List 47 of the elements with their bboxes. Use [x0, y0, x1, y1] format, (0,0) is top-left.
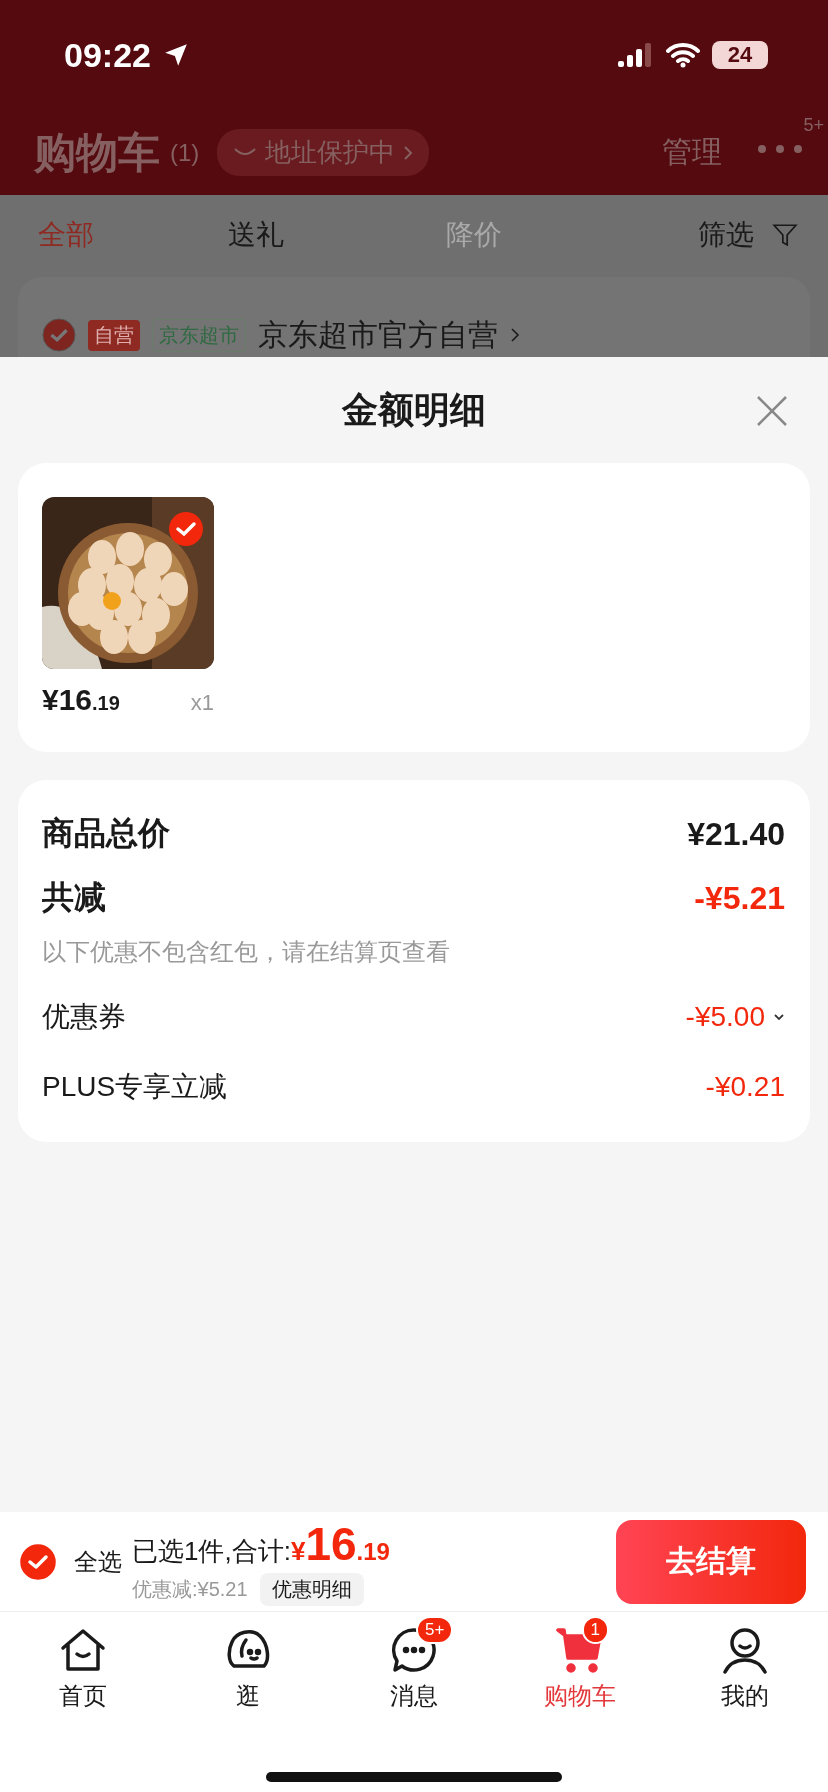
chevron-down-icon — [773, 1013, 785, 1021]
notification-badge: 1 — [581, 1616, 610, 1644]
nav-tab[interactable]: 逛 — [165, 1612, 332, 1720]
saving-amount: 优惠减:¥5.21 — [132, 1577, 248, 1602]
checkbox[interactable] — [20, 1543, 56, 1580]
page-title: 购物车 — [34, 127, 160, 178]
product-quantity: x1 — [190, 690, 214, 716]
notification-badge: 5+ — [416, 1616, 454, 1644]
chevron-right-icon — [510, 327, 520, 343]
nav-tab[interactable]: 5+ 消息 — [331, 1612, 497, 1720]
discount-value[interactable]: -¥5.00 — [685, 1001, 785, 1033]
checkbox[interactable] — [42, 318, 76, 352]
discount-detail-button[interactable]: 优惠明细 — [259, 1573, 364, 1606]
status-time: 09:22 — [64, 35, 151, 75]
address-protection-pill[interactable]: 地址保护中 — [217, 129, 430, 176]
filter-link[interactable]: 筛选 — [698, 216, 754, 254]
battery-level: 24 — [712, 41, 768, 69]
discount-value: -¥0.21 — [705, 1071, 785, 1103]
wifi-icon — [666, 42, 700, 68]
total-value: ¥21.40 — [687, 815, 785, 853]
discount-label: PLUS专享立减 — [42, 1070, 228, 1104]
nav-tab[interactable]: 我的 — [662, 1612, 828, 1720]
discount-note: 以下优惠不包含红包，请在结算页查看 — [42, 937, 451, 967]
checkout-button[interactable]: 去结算 — [616, 1519, 806, 1604]
nav-tab[interactable]: 首页 — [0, 1612, 166, 1720]
reduction-value: -¥5.21 — [694, 879, 785, 917]
home-icon — [58, 1626, 107, 1674]
reduction-label: 共减 — [42, 878, 106, 917]
select-all-label[interactable]: 全选 — [74, 1545, 122, 1578]
filter-icon[interactable] — [772, 222, 798, 248]
channel-tag: 京东超市 — [152, 318, 246, 352]
notification-count: 5+ — [803, 114, 824, 136]
filter-tab[interactable]: 送礼 — [228, 216, 446, 254]
signal-icon — [618, 43, 654, 67]
nav-tab[interactable]: 1 购物车 — [496, 1612, 663, 1720]
product-price: ¥16.19 — [42, 683, 120, 717]
item-count: (1) — [170, 138, 200, 167]
selected-total: 已选1件,合计:¥16.19 — [132, 1517, 390, 1571]
more-icon[interactable] — [756, 142, 804, 155]
store-name[interactable]: 京东超市官方自营 — [258, 314, 498, 356]
sheet-title: 金额明细 — [342, 387, 486, 432]
manage-link[interactable]: 管理 — [662, 132, 722, 173]
self-run-tag: 自营 — [88, 319, 140, 351]
chevron-right-icon — [403, 144, 414, 161]
person-icon — [721, 1626, 770, 1674]
total-label: 商品总价 — [42, 814, 170, 853]
discount-label: 优惠券 — [42, 1000, 126, 1034]
